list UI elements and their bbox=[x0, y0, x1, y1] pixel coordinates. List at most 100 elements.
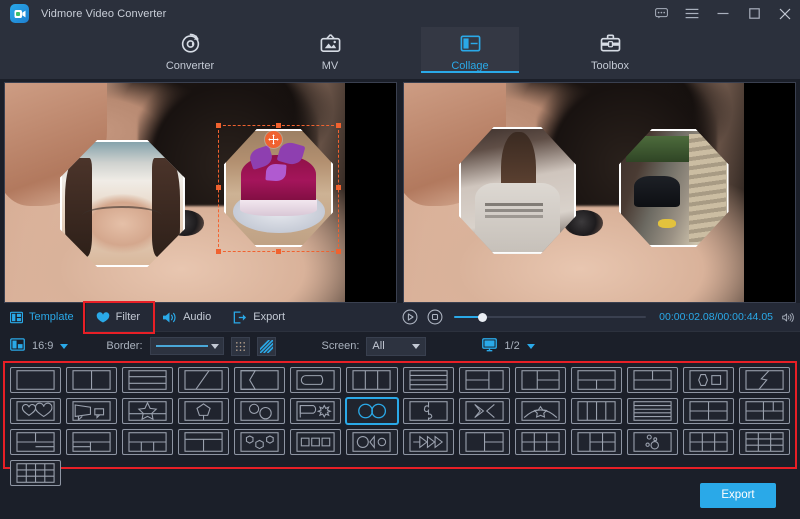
tpl-left-one-right-two[interactable] bbox=[515, 367, 566, 393]
tpl-left-two-right-one[interactable] bbox=[459, 367, 510, 393]
tpl-nine-grid[interactable] bbox=[739, 429, 790, 455]
template-grid-panel bbox=[0, 360, 800, 471]
tpl-bubble-cluster[interactable] bbox=[627, 429, 678, 455]
seek-fill bbox=[454, 316, 481, 318]
seek-knob[interactable] bbox=[478, 313, 487, 322]
tpl-six-grid[interactable] bbox=[515, 429, 566, 455]
nav-tab-toolbox[interactable]: Toolbox bbox=[561, 27, 659, 72]
tpl-quad-grid[interactable] bbox=[683, 398, 734, 424]
tpl-speech-bubbles[interactable] bbox=[66, 398, 117, 424]
menu-icon[interactable] bbox=[685, 7, 699, 21]
nav-tab-mv[interactable]: MV bbox=[281, 27, 379, 72]
tab-template[interactable]: Template bbox=[0, 303, 86, 332]
nav-tab-converter[interactable]: Converter bbox=[141, 27, 239, 72]
tpl-flag-gear[interactable] bbox=[290, 398, 341, 424]
app-title: Vidmore Video Converter bbox=[41, 8, 166, 20]
nav-tab-collage[interactable]: Collage bbox=[421, 27, 519, 72]
minimize-icon[interactable] bbox=[716, 7, 730, 21]
tab-filter[interactable]: Filter bbox=[86, 303, 152, 332]
tpl-rounded-inset[interactable] bbox=[290, 367, 341, 393]
tpl-six-cells[interactable] bbox=[683, 429, 734, 455]
tpl-four-rows[interactable] bbox=[403, 367, 454, 393]
maximize-icon[interactable] bbox=[747, 7, 761, 21]
tpl-left-band-right-split[interactable] bbox=[739, 398, 790, 424]
template-icon bbox=[10, 311, 23, 324]
tpl-three-horizontal[interactable] bbox=[122, 367, 173, 393]
stripe-pattern-button[interactable] bbox=[257, 337, 276, 356]
tab-audio[interactable]: Audio bbox=[152, 303, 223, 332]
tpl-two-vertical[interactable] bbox=[66, 367, 117, 393]
preview-area bbox=[0, 79, 800, 303]
dot-grid-button[interactable] bbox=[231, 337, 250, 356]
tpl-bowtie-split[interactable] bbox=[459, 398, 510, 424]
collage-icon bbox=[459, 31, 482, 56]
tpl-top-wide-bottom-three[interactable] bbox=[178, 429, 229, 455]
tpl-circle-triangle-circle[interactable] bbox=[346, 429, 397, 455]
collage-cell-1[interactable] bbox=[459, 127, 576, 254]
tpl-top-band-bottom-split[interactable] bbox=[10, 429, 61, 455]
tpl-left-tall-right-split[interactable] bbox=[459, 429, 510, 455]
tab-label-template: Template bbox=[29, 311, 74, 323]
options-row: 16:9 Border: Screen: All bbox=[0, 332, 800, 360]
app-logo-icon bbox=[10, 4, 29, 23]
tpl-triple-arrow[interactable] bbox=[403, 429, 454, 455]
tpl-left-wide-right-stack[interactable] bbox=[122, 429, 173, 455]
line-style-icon bbox=[156, 345, 208, 347]
tpl-top-one-bottom-two[interactable] bbox=[571, 367, 622, 393]
mv-icon bbox=[319, 31, 342, 56]
close-icon[interactable] bbox=[778, 7, 792, 21]
monitor-icon bbox=[482, 338, 497, 355]
window-controls bbox=[654, 0, 792, 27]
collage-cell-2-selected[interactable] bbox=[224, 129, 333, 247]
chevron-down-icon bbox=[412, 344, 420, 349]
nav-label-converter: Converter bbox=[166, 60, 214, 72]
stop-icon[interactable] bbox=[427, 309, 443, 325]
tpl-three-hexagons[interactable] bbox=[234, 429, 285, 455]
player-controls: 00:00:02.08/00:00:44.05 bbox=[392, 303, 800, 331]
tpl-left-wide-four[interactable] bbox=[571, 429, 622, 455]
tpl-two-hearts[interactable] bbox=[10, 398, 61, 424]
tpl-puzzle-split[interactable] bbox=[403, 398, 454, 424]
border-style-dropdown[interactable] bbox=[150, 337, 224, 355]
chevron-down-icon bbox=[211, 344, 219, 349]
tpl-two-circles[interactable] bbox=[346, 398, 397, 424]
collage-edit-preview[interactable] bbox=[4, 82, 397, 303]
tpl-arc-star[interactable] bbox=[515, 398, 566, 424]
cell-detail bbox=[475, 183, 559, 254]
volume-icon[interactable] bbox=[782, 311, 800, 324]
chevron-down-icon[interactable] bbox=[527, 344, 535, 349]
border-group: Border: bbox=[106, 337, 275, 356]
screen-dropdown[interactable]: All bbox=[366, 337, 426, 356]
cell-detail bbox=[265, 164, 286, 182]
tpl-zigzag-split[interactable] bbox=[739, 367, 790, 393]
tpl-twelve-grid[interactable] bbox=[10, 460, 61, 486]
main-nav: Converter MV Collage Toolbox bbox=[0, 27, 800, 79]
tpl-three-columns[interactable] bbox=[346, 367, 397, 393]
screen-group: Screen: All bbox=[322, 337, 427, 356]
collage-output-preview[interactable] bbox=[403, 82, 796, 303]
tpl-five-rows[interactable] bbox=[627, 398, 678, 424]
tpl-hexagon-square[interactable] bbox=[683, 367, 734, 393]
preview-background-strip bbox=[345, 83, 396, 302]
tpl-top-two-bottom-one[interactable] bbox=[627, 367, 678, 393]
tpl-star-banner[interactable] bbox=[122, 398, 173, 424]
tpl-left-split-right-wide[interactable] bbox=[66, 429, 117, 455]
play-icon[interactable] bbox=[402, 309, 418, 325]
cell-detail bbox=[485, 203, 544, 206]
tpl-arrow-notch[interactable] bbox=[234, 367, 285, 393]
seek-slider[interactable] bbox=[454, 310, 646, 324]
tpl-three-squares[interactable] bbox=[290, 429, 341, 455]
tpl-diagonal-split[interactable] bbox=[178, 367, 229, 393]
tpl-four-columns[interactable] bbox=[571, 398, 622, 424]
tpl-single-full[interactable] bbox=[10, 367, 61, 393]
monitor-group[interactable]: 1/2 bbox=[482, 338, 534, 355]
cell-detail bbox=[658, 219, 676, 228]
chevron-down-icon[interactable] bbox=[60, 344, 68, 349]
tab-export[interactable]: Export bbox=[223, 303, 297, 332]
audio-icon bbox=[162, 311, 177, 324]
tpl-pentagon-center[interactable] bbox=[178, 398, 229, 424]
feedback-icon[interactable] bbox=[654, 7, 668, 21]
aspect-ratio-group[interactable]: 16:9 bbox=[10, 337, 68, 355]
toolbox-icon bbox=[599, 31, 622, 56]
tpl-two-circles-offset[interactable] bbox=[234, 398, 285, 424]
